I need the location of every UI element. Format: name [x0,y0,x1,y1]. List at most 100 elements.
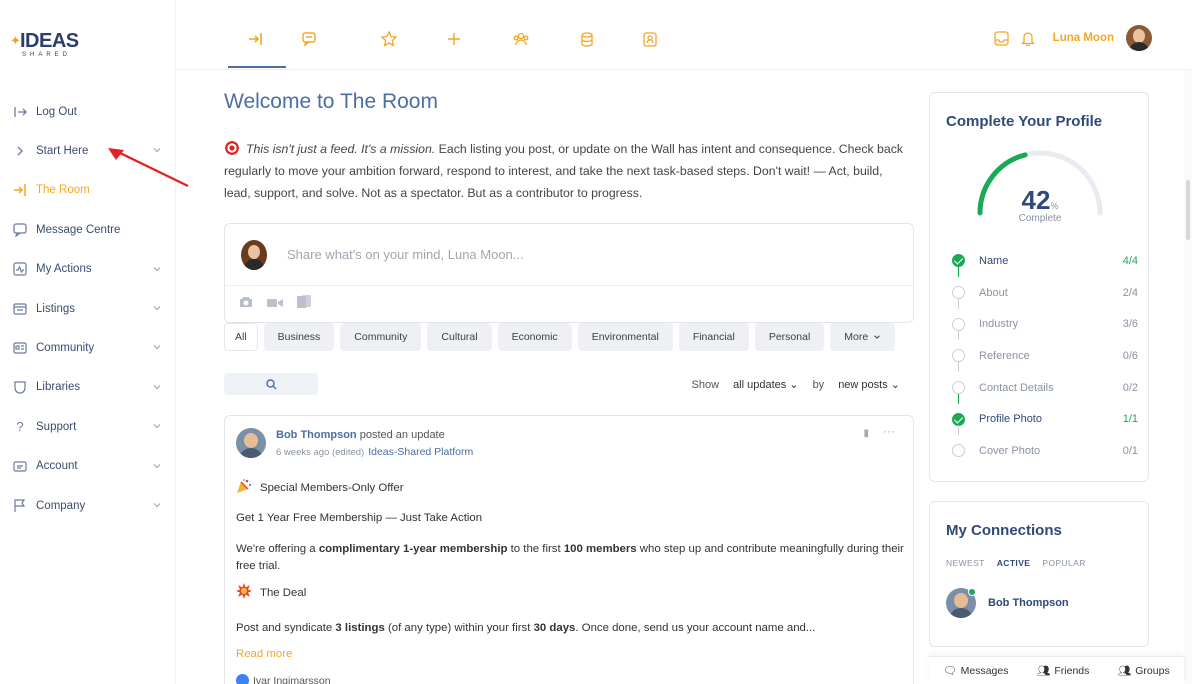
account-icon [12,458,28,474]
sidebar-item-the-room[interactable]: The Room [0,171,176,210]
sidebar-item-my-actions[interactable]: My Actions [0,250,176,289]
circle-icon [952,444,965,458]
sidebar-item-company[interactable]: Company [0,486,176,525]
document-icon[interactable] [297,294,311,314]
sidebar-item-start-here[interactable]: Start Here [0,131,176,170]
chevron-down-icon[interactable] [152,500,162,510]
filter-community[interactable]: Community [340,323,422,351]
more-options-icon[interactable]: ··· [883,424,895,438]
sidebar-item-label: Account [36,460,78,473]
user-name[interactable]: Luna Moon [1053,32,1114,44]
profile-step-contact-details[interactable]: Contact Details 0/2 [952,372,1138,404]
filter-financial[interactable]: Financial [678,323,749,351]
contact-icon[interactable] [639,28,661,50]
chevron-down-icon[interactable] [152,342,162,352]
chevron-down-icon[interactable] [152,303,162,313]
sort-select[interactable]: new posts ⌄ [838,378,900,391]
filter-environmental[interactable]: Environmental [577,323,673,351]
community-icon[interactable] [510,28,532,50]
percent-sign: % [1050,201,1059,211]
step-label: About [979,286,1008,299]
pin-icon[interactable]: ▮ [863,428,869,439]
camera-icon[interactable] [239,295,253,313]
scrollbar[interactable] [1184,70,1192,684]
post-meta: 6 weeks ago (edited) Ideas-Shared Platfor… [276,446,473,458]
users-icon: 👥︎ [1037,665,1051,677]
chevron-down-icon[interactable] [152,461,162,471]
star-icon[interactable] [378,28,400,50]
profile-step-reference[interactable]: Reference 0/6 [952,340,1138,373]
step-label: Profile Photo [979,413,1042,426]
profile-step-cover-photo[interactable]: Cover Photo 0/1 [952,435,1138,467]
reactor-name[interactable]: Ivar Ingimarsson [253,675,331,684]
read-more-link[interactable]: Read more [236,648,292,660]
chevron-down-icon[interactable] [152,421,162,431]
sidebar-item-label: My Actions [36,263,92,276]
check-icon [952,254,965,268]
connection-name[interactable]: Bob Thompson [988,597,1069,609]
profile-step-industry[interactable]: Industry 3/6 [952,308,1138,341]
page-title: Welcome to The Room [224,90,438,113]
chevron-down-icon[interactable] [152,145,162,155]
profile-step-name[interactable]: Name 4/4 [952,245,1138,277]
scrollbar-thumb[interactable] [1186,180,1190,240]
tab-active[interactable]: ACTIVE [997,558,1031,568]
sidebar-item-community[interactable]: Community [0,328,176,367]
sidebar-item-label: Community [36,342,95,355]
video-icon[interactable] [267,295,283,313]
composer-input-row[interactable]: Share what's on your mind, Luna Moon... [225,224,913,286]
listings-icon [12,301,28,317]
post-author-name[interactable]: Bob Thompson [276,429,357,441]
ideas-shared-logo[interactable]: ✦ IDEAS SHARED [10,30,80,64]
sidebar-item-log-out[interactable]: Log Out [0,92,176,131]
filter-economic[interactable]: Economic [497,323,572,351]
tab-popular[interactable]: POPULAR [1042,558,1085,568]
party-popper-icon [236,478,252,494]
plus-icon[interactable] [443,28,465,50]
post-reactions: Ivar Ingimarsson [236,674,331,684]
inbox-icon[interactable] [994,30,1009,46]
composer-input[interactable]: Share what's on your mind, Luna Moon... [287,247,524,262]
connection-item[interactable]: Bob Thompson [946,588,1069,618]
sidebar-item-listings[interactable]: Listings [0,289,176,328]
filter-business[interactable]: Business [263,323,335,351]
profile-complete-label: Complete [1018,213,1062,224]
filter-more[interactable]: More [830,323,896,351]
connections-title: My Connections [946,522,1062,539]
post-author-avatar[interactable] [236,428,266,458]
database-icon[interactable] [576,28,598,50]
group-icon: 👥︎ [1117,665,1132,677]
tab-newest[interactable]: NEWEST [946,558,985,568]
user-avatar[interactable] [1126,25,1152,51]
profile-step-about[interactable]: About 2/4 [952,277,1138,309]
bell-icon[interactable] [1020,31,1035,46]
profile-step-profile-photo[interactable]: Profile Photo 1/1 [952,403,1138,436]
messenger-bar: 🗨︎ Messages 👥︎ Friends 👥︎ Groups [929,656,1184,684]
p1-a: We're offering a [236,543,319,555]
groups-label: Groups [1135,664,1170,677]
like-icon [236,674,249,684]
friends-button[interactable]: 👥︎ Friends [1037,664,1089,678]
sidebar-item-account[interactable]: Account [0,447,176,486]
filter-cultural[interactable]: Cultural [427,323,492,351]
post-group-link[interactable]: Ideas-Shared Platform [368,446,473,458]
sidebar-item-libraries[interactable]: Libraries [0,368,176,407]
chevron-down-icon[interactable] [152,264,162,274]
enter-icon[interactable] [245,28,267,50]
chevron-down-icon[interactable] [152,382,162,392]
feed-sort: Show all updates ⌄ by new posts ⌄ [692,378,900,392]
chat-icon[interactable] [298,28,320,50]
circle-icon [952,317,965,331]
groups-button[interactable]: 👥︎ Groups [1117,664,1170,678]
show-select-value: all updates [733,379,787,391]
filter-personal[interactable]: Personal [754,323,825,351]
sidebar-item-message-centre[interactable]: Message Centre [0,210,176,249]
filter-all[interactable]: All [224,323,258,351]
sidebar-item-label: Message Centre [36,223,121,236]
sidebar-item-support[interactable]: ? Support [0,407,176,446]
show-select[interactable]: all updates ⌄ [733,378,799,391]
messages-button[interactable]: 🗨︎ Messages [943,664,1008,678]
feed-search[interactable] [224,373,318,395]
online-status-badge [968,588,976,596]
composer-avatar [241,239,267,270]
